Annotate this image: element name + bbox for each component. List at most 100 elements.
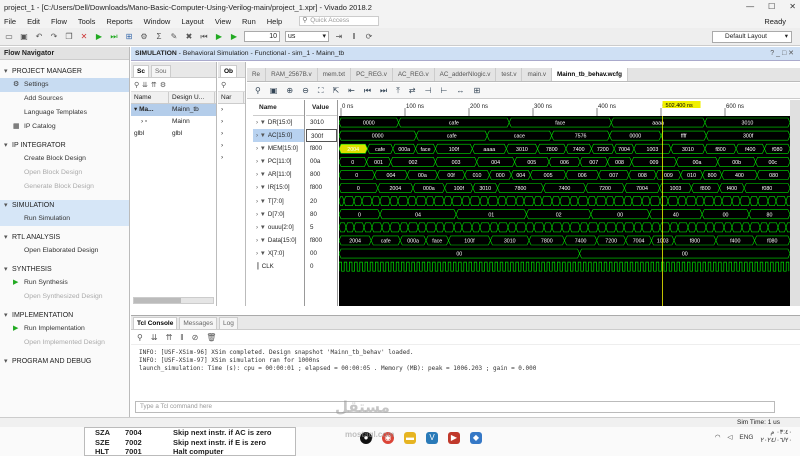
cursor-icon[interactable]: ⇱ [332,86,339,95]
swap-icon[interactable]: ⇄ [409,86,416,95]
collapse-icon[interactable]: ⇊ [142,81,148,89]
file-tab[interactable]: main.v [522,68,553,81]
run-icon[interactable]: ▶ [94,32,104,42]
scope-scrollbar[interactable] [133,297,214,304]
settings-icon[interactable]: ⚙ [160,81,166,89]
zoom-fit-icon[interactable]: ⛶ [318,86,324,96]
clock[interactable]: ٠٣:٤٠ م ٢٠٢٤/٠٦/٢٠ [760,429,792,445]
cross-icon[interactable]: ✖ [184,32,194,42]
minimize-icon[interactable]: — [746,2,754,11]
flow-item[interactable]: Add Sources [0,92,129,106]
signal-name[interactable]: › ▼ ouuu[2:0] [253,221,304,234]
flow-item[interactable]: Open Implemented Design [0,336,129,350]
signal-name[interactable]: › ▼ MEM[15:0] [253,142,304,155]
save-icon[interactable]: ▣ [19,32,29,42]
signal-name[interactable]: › ▼ D[7:0] [253,208,304,221]
quick-access-input[interactable]: ⚲ Quick Access [299,16,380,26]
flow-item[interactable]: ⚙ Settings [0,78,129,92]
tab-scope[interactable]: Sc [133,65,149,77]
flow-item[interactable]: Generate Block Design [0,180,129,194]
search-icon[interactable]: ⚲ [134,81,139,89]
run-all-icon[interactable]: ▶ [214,32,224,42]
flow-item[interactable]: ▦ IP Catalog [0,120,129,134]
file-tab[interactable]: AC_REG.v [393,68,435,81]
menu-window[interactable]: Window [144,17,171,26]
object-row[interactable]: › [218,140,245,152]
flow-item[interactable]: Create Block Design [0,152,129,166]
pencil-icon[interactable]: ✎ [169,32,179,42]
restart-icon[interactable]: ⏮ [199,32,209,42]
file-tab[interactable]: PC_REG.v [351,68,393,81]
run-time-input[interactable]: 10 [244,31,280,42]
signal-name[interactable]: › ▼ PC[11:0] [253,155,304,168]
wave-scrollbar[interactable] [790,100,800,306]
copy-icon[interactable]: ❐ [64,32,74,42]
clear-icon[interactable]: ⊘ [192,333,199,342]
menu-edit[interactable]: Edit [27,17,40,26]
waveform-svg[interactable]: 0 ns100 ns200 ns300 ns400 ns500 ns600 ns… [338,100,797,306]
scope-row[interactable]: ▾ Ma... Mainn_tb [131,104,216,116]
program-icon[interactable]: ⊞ [124,32,134,42]
object-row[interactable]: › [218,152,245,164]
app-icon[interactable]: ▶ [448,432,460,444]
file-tab[interactable]: mem.txt [318,68,352,81]
waveform-canvas[interactable]: 0 ns100 ns200 ns300 ns400 ns500 ns600 ns… [338,100,797,306]
flow-item[interactable]: Open Block Design [0,166,129,180]
step-icon[interactable]: ⏭ [109,32,119,42]
menu-flow[interactable]: Flow [51,17,67,26]
flow-item[interactable]: Open Elaborated Design [0,244,129,258]
menu-layout[interactable]: Layout [181,17,204,26]
signal-name[interactable]: ┃ CLK [253,260,304,273]
tab-tcl-console[interactable]: Tcl Console [133,317,178,329]
run-for-icon[interactable]: ▶ [229,32,239,42]
trash-icon[interactable]: 🗑 [206,333,216,342]
menu-view[interactable]: View [215,17,231,26]
undo-icon[interactable]: ↶ [34,32,44,42]
signal-name[interactable]: › ▼ X[7:0] [253,247,304,260]
wifi-icon[interactable]: ◠ [715,433,721,441]
save-icon[interactable]: ▣ [270,86,278,95]
signal-name[interactable]: › ▼ Data[15:0] [253,234,304,247]
object-row[interactable]: › [218,116,245,128]
step-over-icon[interactable]: ⇥ [334,32,344,42]
menu-run[interactable]: Run [242,17,256,26]
close-icon[interactable]: ✕ [789,2,796,11]
file-tab[interactable]: AC_adderNlogic.v [435,68,497,81]
menu-tools[interactable]: Tools [78,17,96,26]
flow-item[interactable]: ▶ Run Synthesis [0,276,129,290]
flow-section-header[interactable]: ▾ RTL ANALYSIS [0,232,129,244]
settings-icon[interactable]: ⚙ [139,32,149,42]
redo-icon[interactable]: ↷ [49,32,59,42]
time-unit-select[interactable]: us [285,31,329,42]
panel-close-icon[interactable]: ? _ □ ✕ [770,47,794,61]
tab-messages[interactable]: Messages [179,317,217,329]
collapse-icon[interactable]: ⇊ [151,333,158,342]
tab-sources[interactable]: Sou [150,65,171,77]
expand-icon[interactable]: ⇈ [151,81,157,89]
signal-name[interactable]: › ▼ DR[15:0] [253,116,304,129]
menu-help[interactable]: Help [267,17,282,26]
sigma-icon[interactable]: Σ [154,32,164,42]
tcl-command-input[interactable]: Type a Tcl command here [135,401,775,413]
file-tab[interactable]: Re [247,68,267,81]
object-row[interactable]: › [218,104,245,116]
flow-item[interactable]: ▶ Run Implementation [0,322,129,336]
snap-icon[interactable]: ↔ [456,86,464,95]
flow-item[interactable]: Run Simulation [0,212,129,226]
flow-section-header[interactable]: ▾ SYNTHESIS [0,264,129,276]
file-tab-active[interactable]: Mainn_tb_behav.wcfg [552,68,628,81]
expand-icon[interactable]: ⇈ [166,333,173,342]
search-icon[interactable]: ⚲ [137,333,143,342]
new-file-icon[interactable]: ▭ [4,32,14,42]
zoom-in-icon[interactable]: ⊕ [286,86,293,95]
folder-icon[interactable]: ▬ [404,432,416,444]
menu-reports[interactable]: Reports [106,17,132,26]
flow-section-header[interactable]: ▾ PROJECT MANAGER [0,66,129,78]
search-icon[interactable]: ⚲ [221,81,226,89]
go-start-icon[interactable]: ⇤ [348,86,355,95]
search-icon[interactable]: ⚲ [255,86,261,95]
language-indicator[interactable]: ENG [739,434,753,441]
layout-select[interactable]: Default Layout [712,31,792,43]
file-tab[interactable]: RAM_2567B.v [266,68,318,81]
flow-section-header[interactable]: ▾ IP INTEGRATOR [0,140,129,152]
